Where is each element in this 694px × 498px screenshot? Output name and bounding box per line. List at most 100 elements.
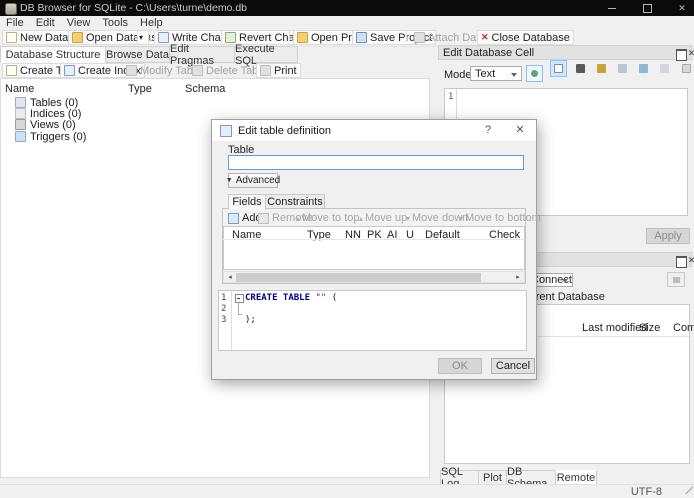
import-data-button[interactable] (635, 60, 652, 77)
create-table-icon (6, 65, 17, 76)
sql-paren: ( (331, 293, 338, 303)
app-window: DB Browser for SQLite - C:\Users\turne\d… (0, 0, 694, 498)
toolbar-separator (252, 65, 253, 76)
open-database-dropdown[interactable]: ▾ (137, 30, 149, 45)
fields-header-divider (223, 239, 525, 240)
save-file-button[interactable] (614, 60, 631, 77)
open-project-icon (297, 32, 308, 43)
move-to-top-button[interactable]: ▴ Move to top (296, 212, 360, 224)
open-database-button[interactable]: Open Database (68, 30, 168, 45)
dialog-title-bar[interactable]: Edit table definition ? ✕ (212, 120, 536, 141)
move-down-icon: ▾ (406, 213, 411, 223)
remote-column-size[interactable]: Size (639, 322, 660, 334)
menu-view[interactable]: View (61, 17, 97, 29)
sql-preview[interactable]: 1 2 3 CREATE TABLE "" ( ); (218, 290, 527, 351)
dialog-help-button[interactable]: ? (474, 120, 502, 141)
encoding-indicator: UTF-8 (630, 486, 662, 498)
attach-database-icon (414, 32, 425, 43)
tree-item-tables[interactable]: Tables (0) (1, 97, 429, 109)
print-button[interactable]: Print (256, 63, 301, 78)
remote-column-last-modified[interactable]: Last modified (582, 322, 647, 334)
table-name-input[interactable] (228, 155, 524, 170)
menu-tools[interactable]: Tools (96, 17, 134, 29)
fields-table[interactable]: Name Type NN PK AI U Default Check (223, 226, 525, 270)
triggers-icon (15, 131, 26, 142)
cancel-button[interactable]: Cancel (491, 358, 535, 374)
chevron-down-icon (562, 279, 568, 283)
word-wrap-toggle[interactable] (526, 65, 543, 82)
word-wrap-icon (531, 70, 538, 77)
move-to-bottom-button[interactable]: ▾ Move to bottom (459, 212, 541, 224)
scroll-left-icon[interactable]: ◂ (225, 273, 235, 282)
sql-line-number: 2 (221, 304, 227, 314)
menu-help[interactable]: Help (134, 17, 169, 29)
sql-line-number: 1 (221, 293, 227, 303)
toolbar-separator (150, 31, 151, 42)
remote-refresh-icon (673, 277, 680, 283)
dialog-icon (220, 124, 232, 137)
tab-execute-sql[interactable]: Execute SQL (234, 43, 298, 67)
move-up-button[interactable]: ▴ Move up (359, 212, 407, 224)
fold-guide (238, 302, 239, 314)
export-data-button[interactable] (656, 60, 673, 77)
remove-field-icon (258, 212, 269, 224)
apply-button[interactable]: Apply (646, 228, 690, 244)
tree-item-indices[interactable]: Indices (0) (1, 108, 429, 120)
move-to-bottom-icon: ▾ (459, 213, 464, 223)
tab-browse-data[interactable]: Browse Data (105, 46, 170, 63)
status-bar: UTF-8 (0, 484, 694, 498)
create-index-icon (64, 65, 75, 76)
close-window-button[interactable]: ✕ (667, 0, 694, 16)
sql-string: "" (315, 293, 327, 303)
toolbar-separator (289, 31, 290, 42)
tree-column-schema[interactable]: Schema (185, 83, 225, 95)
close-panel-icon[interactable]: ✕ (687, 49, 694, 58)
save-project-icon (356, 32, 367, 43)
save-file-icon (618, 64, 627, 73)
print-icon (260, 65, 271, 76)
sql-line-number: 3 (221, 315, 227, 325)
mode-select[interactable]: Text (470, 66, 522, 81)
maximize-button[interactable] (632, 0, 662, 16)
ok-button[interactable]: OK (438, 358, 482, 374)
tree-column-name[interactable]: Name (5, 83, 34, 95)
new-database-icon (6, 32, 17, 43)
print-cell-button[interactable] (678, 60, 694, 77)
app-icon (5, 3, 17, 15)
fold-guide (238, 314, 242, 315)
toolbar-separator (406, 31, 407, 42)
remote-column-commit[interactable]: Commit (673, 322, 694, 334)
dialog-close-button[interactable]: ✕ (506, 120, 534, 141)
add-field-button[interactable]: Add (228, 212, 262, 224)
edit-cell-panel-title: Edit Database Cell (443, 46, 535, 59)
tab-edit-pragmas[interactable]: Edit Pragmas (169, 43, 235, 67)
menu-bar: File Edit View Tools Help (0, 16, 694, 29)
scroll-right-icon[interactable]: ▸ (513, 273, 523, 282)
views-icon (15, 119, 26, 130)
minimize-button[interactable] (597, 0, 627, 16)
tab-database-structure[interactable]: Database Structure (0, 46, 106, 63)
resize-grip[interactable] (685, 486, 693, 494)
move-up-icon: ▴ (359, 213, 364, 223)
move-to-top-icon: ▴ (296, 213, 301, 223)
rtl-text-icon (576, 64, 585, 73)
menu-file[interactable]: File (0, 17, 30, 29)
write-changes-icon (158, 32, 169, 43)
code-fold-icon[interactable] (235, 294, 244, 303)
close-panel-icon[interactable]: ✕ (687, 256, 694, 265)
advanced-button[interactable]: ▼ Advanced (226, 173, 280, 188)
fields-horizontal-scrollbar[interactable]: ◂ ▸ (223, 271, 525, 283)
tab-fields[interactable]: Fields (228, 194, 266, 210)
dialog-title: Edit table definition (238, 124, 331, 137)
text-mode-icon (554, 64, 563, 73)
remote-refresh-button[interactable] (667, 272, 685, 287)
delete-table-icon (192, 65, 203, 76)
menu-edit[interactable]: Edit (30, 17, 61, 29)
window-title: DB Browser for SQLite - C:\Users\turne\d… (20, 2, 247, 14)
open-file-button[interactable] (593, 60, 610, 77)
text-mode-button[interactable] (550, 60, 567, 77)
scrollbar-thumb[interactable] (236, 273, 481, 282)
close-database-button[interactable]: ✕ Close Database (477, 30, 574, 45)
tree-column-type[interactable]: Type (128, 83, 152, 95)
rtl-text-button[interactable] (572, 60, 589, 77)
